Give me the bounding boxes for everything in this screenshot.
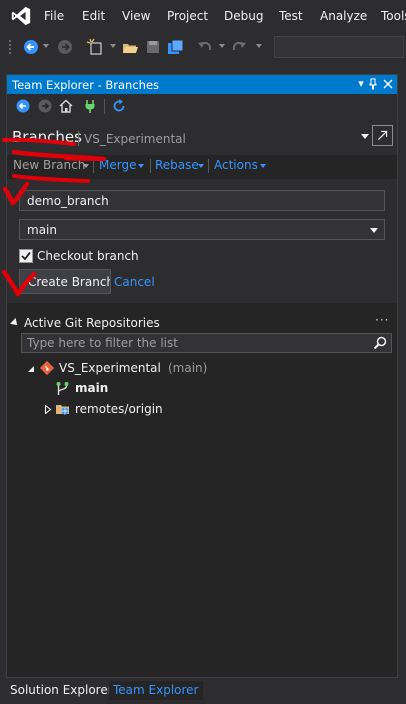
checkout-branch-checkbox[interactable] (19, 249, 33, 263)
tab-team-explorer[interactable]: Team Explorer (109, 681, 203, 700)
menu-project[interactable]: Project (167, 9, 208, 23)
remote-folder-icon (56, 405, 69, 415)
merge-link[interactable]: Merge (99, 158, 136, 172)
close-icon[interactable] (380, 76, 396, 92)
branch-actions-bar: New Branch Merge Rebase Actions (7, 155, 397, 177)
base-branch-value: main (27, 223, 57, 237)
checkout-branch-label: Checkout branch (37, 249, 139, 263)
git-repo-icon (39, 360, 55, 376)
team-explorer-toolbar (7, 94, 397, 119)
forward-icon[interactable] (37, 98, 53, 114)
cancel-link[interactable]: Cancel (114, 275, 155, 289)
team-explorer-window: Team Explorer - Branches ▾ Branches VS_E… (6, 74, 398, 678)
solution-configuration-combo[interactable] (274, 36, 404, 58)
section-title: Active Git Repositories (24, 316, 160, 330)
tab-solution-explorer[interactable]: Solution Explorer (6, 681, 117, 700)
action-separator (150, 159, 151, 173)
page-header: Branches VS_Experimental (7, 119, 397, 155)
rebase-link[interactable]: Rebase (155, 158, 199, 172)
page-menu-icon[interactable] (361, 134, 369, 139)
menu-analyze[interactable]: Analyze (320, 9, 367, 23)
toolbar-grip[interactable] (8, 39, 12, 56)
new-branch-link[interactable]: New Branch (13, 158, 85, 172)
checkmark-icon (21, 251, 31, 261)
action-separator (93, 159, 94, 173)
collapsed-triangle-icon[interactable] (44, 405, 52, 414)
repo-tree-item[interactable]: VS_Experimental (main) (27, 360, 357, 378)
vs-logo-icon (11, 6, 31, 26)
popout-icon[interactable] (372, 125, 393, 146)
search-icon[interactable] (373, 336, 387, 350)
base-branch-select[interactable]: main (19, 219, 385, 240)
title-separator (78, 131, 79, 146)
actions-link[interactable]: Actions (214, 158, 258, 172)
merge-dropdown-icon[interactable] (138, 164, 144, 168)
menu-test[interactable]: Test (279, 9, 303, 23)
collapse-triangle-icon[interactable] (10, 318, 20, 328)
more-options-icon[interactable]: ··· (375, 313, 389, 327)
menu-edit[interactable]: Edit (82, 9, 105, 23)
menu-tools[interactable]: Tools (381, 9, 406, 23)
bottom-tab-strip: Solution Explorer Team Explorer (0, 678, 406, 704)
tool-window-title: Team Explorer - Branches (12, 78, 160, 92)
toolbar-separator (104, 99, 105, 114)
redo-icon[interactable] (230, 37, 248, 57)
menu-file[interactable]: File (44, 9, 64, 23)
chevron-down-icon (370, 228, 378, 233)
menu-bar: File Edit View Project Debug Test Analyz… (0, 0, 406, 32)
repo-filter-input[interactable]: Type here to filter the list (21, 333, 392, 353)
expanded-triangle-icon[interactable] (27, 365, 35, 373)
page-title: Branches (12, 128, 82, 146)
back-icon[interactable] (22, 37, 40, 57)
new-dropdown-icon[interactable] (110, 44, 116, 48)
new-branch-dropdown-icon[interactable] (83, 164, 89, 168)
branch-name-input[interactable]: demo_branch (19, 190, 385, 211)
save-icon[interactable] (145, 37, 161, 57)
menu-view[interactable]: View (122, 9, 150, 23)
forward-icon[interactable] (56, 37, 74, 57)
action-separator (208, 159, 209, 173)
rebase-dropdown-icon[interactable] (198, 164, 204, 168)
repo-current-branch: (main) (168, 361, 208, 375)
open-folder-icon[interactable] (121, 37, 139, 57)
undo-dropdown-icon[interactable] (219, 44, 225, 48)
tool-window-titlebar[interactable]: Team Explorer - Branches ▾ (7, 75, 397, 94)
filter-placeholder: Type here to filter the list (27, 336, 178, 350)
branch-item-main[interactable]: main (55, 380, 175, 398)
create-branch-button[interactable]: Create Branch (19, 269, 111, 294)
page-context: VS_Experimental (84, 132, 186, 146)
redo-dropdown-icon[interactable] (256, 44, 262, 48)
back-dropdown-icon[interactable] (43, 44, 49, 48)
undo-icon[interactable] (196, 37, 214, 57)
refresh-icon[interactable] (111, 98, 127, 114)
menu-debug[interactable]: Debug (224, 9, 263, 23)
remote-name: remotes/origin (75, 402, 163, 416)
branch-icon (56, 382, 69, 395)
remote-item-origin[interactable]: remotes/origin (44, 401, 184, 419)
save-all-icon[interactable] (167, 37, 185, 57)
new-branch-form: demo_branch main Checkout branch Create … (7, 179, 397, 303)
back-icon[interactable] (15, 98, 31, 114)
repo-name: VS_Experimental (59, 361, 161, 375)
new-project-icon[interactable] (86, 37, 104, 57)
actions-dropdown-icon[interactable] (260, 164, 266, 168)
branch-name-main: main (75, 381, 109, 395)
home-icon[interactable] (58, 98, 74, 114)
pin-icon[interactable] (365, 76, 381, 92)
plug-icon[interactable] (82, 98, 98, 114)
